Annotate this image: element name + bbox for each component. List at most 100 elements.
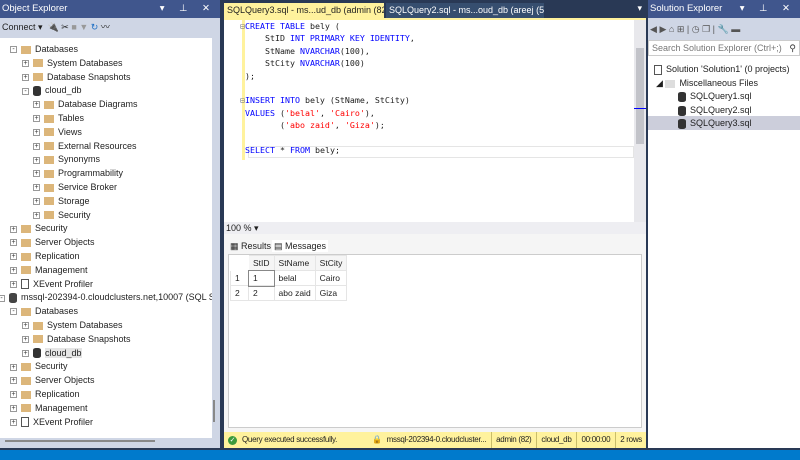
tree-node[interactable]: + Database Snapshots	[22, 70, 131, 84]
pin-icon[interactable]: ▬	[731, 24, 740, 34]
expand-icon[interactable]: +	[33, 142, 40, 150]
solution-search-input[interactable]: Search Solution Explorer (Ctrl+;) ⚲	[648, 40, 800, 56]
tree-node[interactable]: + XEvent Profiler	[10, 415, 93, 429]
tree-node[interactable]: + Tables	[33, 111, 84, 125]
tree-scrollbar[interactable]	[213, 400, 215, 422]
refresh-icon[interactable]: ↻	[91, 22, 99, 32]
grid-cell[interactable]: Cairo	[314, 270, 348, 286]
tree-node[interactable]: + Programmability	[33, 166, 123, 180]
tree-node[interactable]: + Replication	[10, 249, 80, 263]
file-item-selected[interactable]: SQLQuery3.sql	[648, 116, 800, 130]
filter-icon[interactable]: ▼	[79, 22, 88, 32]
expand-icon[interactable]: +	[22, 335, 29, 343]
tree-node[interactable]: + Database Diagrams	[33, 97, 138, 111]
tree-node[interactable]: - Databases	[10, 304, 78, 318]
grid-cell[interactable]: Giza	[314, 285, 348, 301]
tree-node[interactable]: + Management	[10, 263, 88, 277]
tree-node[interactable]: + Synonyms	[33, 152, 100, 166]
tree-node[interactable]: + cloud_db	[22, 346, 82, 360]
expand-icon[interactable]: +	[33, 184, 40, 192]
activity-icon[interactable]: 〰	[101, 22, 110, 32]
expand-icon[interactable]: +	[33, 197, 40, 205]
tree-node[interactable]: + Security	[10, 359, 68, 373]
expand-icon[interactable]: +	[33, 115, 40, 123]
collapse-icon[interactable]: -	[22, 87, 29, 95]
tree-node[interactable]: + XEvent Profiler	[10, 277, 93, 291]
tree-node[interactable]: + Management	[10, 401, 88, 415]
editor-vscrollbar[interactable]	[634, 20, 646, 224]
tree-node[interactable]: + Database Snapshots	[22, 332, 131, 346]
home-icon[interactable]: ⌂	[669, 24, 674, 34]
tree-node[interactable]: - mssql-202394-0.cloudclusters.net,10007 …	[0, 290, 212, 304]
grid-cell[interactable]: abo zaid	[273, 285, 316, 301]
stop-icon[interactable]: ■	[71, 22, 76, 32]
solution-node[interactable]: Solution 'Solution1' (0 projects)	[654, 62, 790, 76]
expand-icon[interactable]: +	[10, 225, 17, 233]
grid-cell[interactable]: 2	[248, 285, 275, 301]
tree-node[interactable]: + Replication	[10, 387, 80, 401]
properties-icon[interactable]: 🔧	[718, 24, 729, 34]
copy-icon[interactable]: ❐	[702, 24, 710, 34]
tree-node[interactable]: + Views	[33, 125, 82, 139]
tree-node[interactable]: - cloud_db	[22, 83, 82, 97]
tree-node[interactable]: + Security	[33, 208, 91, 222]
tab-sqlquery3[interactable]: SQLQuery3.sql - ms...ud_db (admin (82))*…	[224, 3, 384, 18]
history-icon[interactable]: ◷	[692, 24, 700, 34]
expand-icon[interactable]: +	[10, 363, 17, 371]
search-icon[interactable]: ⚲	[789, 41, 796, 55]
expand-icon[interactable]: +	[22, 322, 29, 330]
tree-node[interactable]: + Storage	[33, 194, 90, 208]
expand-icon[interactable]: +	[22, 349, 29, 357]
expand-icon[interactable]: +	[22, 59, 29, 67]
panel-controls[interactable]: ▾ ⊥ ✕	[740, 0, 796, 18]
tab-overflow-icon[interactable]: ▾	[637, 3, 642, 14]
connect-icon[interactable]: 🔌	[48, 22, 59, 32]
expand-icon[interactable]: +	[10, 253, 17, 261]
back-icon[interactable]: ◀	[650, 24, 657, 34]
column-header[interactable]: StID	[248, 255, 275, 271]
collapse-icon[interactable]: ◢	[656, 78, 663, 88]
tree-node[interactable]: + Server Objects	[10, 235, 95, 249]
tree-node[interactable]: + System Databases	[22, 318, 123, 332]
expand-icon[interactable]: +	[10, 280, 17, 288]
tab-sqlquery2[interactable]: SQLQuery2.sql - ms...oud_db (areej (55))…	[386, 3, 544, 18]
tree-node[interactable]: + Service Broker	[33, 180, 117, 194]
expand-icon[interactable]: +	[10, 377, 17, 385]
row-number[interactable]: 2	[230, 285, 249, 301]
column-header[interactable]: StName	[273, 255, 316, 271]
tree-node[interactable]: + Server Objects	[10, 373, 95, 387]
expand-icon[interactable]: +	[10, 266, 17, 274]
switch-views-icon[interactable]: ⊞	[677, 24, 685, 34]
tree-node[interactable]: + Security	[10, 221, 68, 235]
expand-icon[interactable]: +	[10, 404, 17, 412]
forward-icon[interactable]: ▶	[659, 24, 666, 34]
grid-cell[interactable]: belal	[273, 270, 316, 286]
column-header[interactable]: StCity	[314, 255, 348, 271]
panel-controls[interactable]: ▾ ⊥ ✕	[160, 0, 216, 18]
expand-icon[interactable]: +	[10, 418, 17, 426]
tree-node[interactable]: + External Resources	[33, 139, 137, 153]
connect-button[interactable]: Connect	[2, 22, 36, 32]
collapse-icon[interactable]: -	[10, 46, 17, 54]
file-item[interactable]: SQLQuery2.sql	[678, 103, 752, 117]
expand-icon[interactable]: +	[33, 170, 40, 178]
expand-icon[interactable]: +	[10, 239, 17, 247]
expand-icon[interactable]: +	[33, 128, 40, 136]
row-number[interactable]: 1	[230, 270, 249, 286]
expand-icon[interactable]: +	[10, 391, 17, 399]
zoom-select[interactable]: 100 %	[226, 223, 252, 233]
expand-icon[interactable]: +	[33, 211, 40, 219]
expand-icon[interactable]: +	[33, 101, 40, 109]
tab-messages[interactable]: ▤ Messages	[272, 240, 329, 252]
file-item[interactable]: SQLQuery1.sql	[678, 89, 752, 103]
disconnect-icon[interactable]: ✂	[61, 22, 69, 32]
collapse-icon[interactable]: -	[10, 308, 17, 316]
tree-hscrollbar[interactable]	[5, 440, 155, 442]
tree-node[interactable]: + System Databases	[22, 56, 123, 70]
expand-icon[interactable]: +	[33, 156, 40, 164]
collapse-icon[interactable]: -	[0, 294, 5, 302]
tab-results[interactable]: ▦ Results	[230, 240, 271, 252]
tree-node[interactable]: - Databases	[10, 42, 78, 56]
grid-cell[interactable]: 1	[247, 269, 276, 287]
expand-icon[interactable]: +	[22, 73, 29, 81]
